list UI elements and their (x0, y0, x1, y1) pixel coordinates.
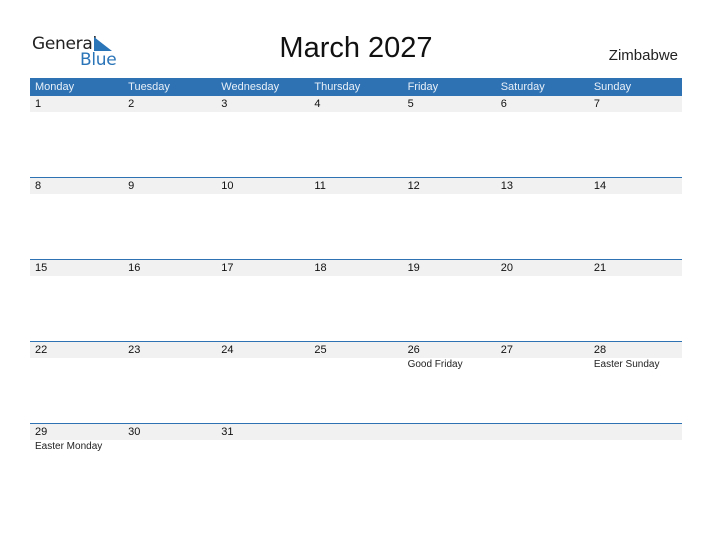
week-row: 15 16 17 18 19 20 21 (30, 259, 682, 341)
country-label: Zimbabwe (608, 47, 678, 64)
day-number: 6 (500, 98, 507, 110)
calendar-grid: Monday Tuesday Wednesday Thursday Friday… (30, 78, 682, 505)
day-number: 2 (128, 98, 135, 110)
day-number (594, 424, 682, 440)
day-number: 20 (500, 262, 513, 274)
day-number: 16 (128, 262, 141, 274)
day-number: 9 (128, 180, 135, 192)
day-cell (309, 424, 402, 504)
weekday-label: Sunday (593, 81, 632, 93)
day-number: 18 (314, 262, 327, 274)
day-cell: 1 (30, 96, 123, 176)
day-cell: 20 (496, 260, 589, 340)
week-row: 29 Easter Monday 30 31 (30, 423, 682, 505)
week-cells: 29 Easter Monday 30 31 (30, 424, 682, 504)
day-number: 8 (35, 180, 42, 192)
day-number: 26 (407, 344, 420, 356)
day-number: 28 (593, 344, 607, 356)
day-number: 5 (407, 98, 414, 110)
weekday-label: Friday (407, 81, 439, 93)
day-cell: 26 Good Friday (403, 342, 496, 422)
day-cell: 29 Easter Monday (30, 424, 123, 504)
day-cell: 7 (589, 96, 682, 176)
week-cells: 15 16 17 18 19 20 21 (30, 260, 682, 340)
day-number: 10 (221, 180, 234, 192)
day-number: 1 (35, 98, 42, 110)
week-cells: 1 2 3 4 5 6 7 (30, 96, 682, 176)
day-number: 19 (407, 262, 420, 274)
day-number: 11 (314, 180, 326, 192)
day-number: 30 (128, 426, 141, 438)
day-cell: 27 (496, 342, 589, 422)
day-number (501, 424, 589, 440)
day-number: 25 (314, 344, 327, 356)
day-number: 12 (407, 180, 420, 192)
day-cell: 21 (589, 260, 682, 340)
day-cell: 12 (403, 178, 496, 258)
week-cells: 22 23 24 25 26 Good Friday 27 28 Easter Sunday (30, 342, 682, 422)
day-cell: 16 (123, 260, 216, 340)
day-number: 14 (593, 180, 607, 192)
day-cell: 23 (123, 342, 216, 422)
day-number (314, 424, 402, 440)
day-cell: 14 (589, 178, 682, 258)
day-cell: 22 (30, 342, 123, 422)
weekday-label: Monday (35, 81, 75, 93)
day-cell: 9 (123, 178, 216, 258)
day-number: 31 (221, 426, 234, 438)
weekday-label: Wednesday (221, 81, 280, 93)
week-row: 8 9 10 11 12 13 14 (30, 177, 682, 259)
day-number: 22 (35, 344, 48, 356)
day-cell: 24 (216, 342, 309, 422)
day-cell: 3 (216, 96, 309, 176)
day-cell: 13 (496, 178, 589, 258)
day-cell: 4 (309, 96, 402, 176)
holiday-label: Good Friday (407, 359, 463, 370)
weekday-header: Monday Tuesday Wednesday Thursday Friday… (30, 78, 682, 96)
day-cell: 28 Easter Sunday (589, 342, 682, 422)
week-cells: 8 9 10 11 12 13 14 (30, 178, 682, 258)
weekday-label: Thursday (314, 81, 361, 93)
day-cell: 2 (123, 96, 216, 176)
day-cell (496, 424, 589, 504)
week-row: 1 2 3 4 5 6 7 (30, 96, 682, 177)
day-cell: 19 (403, 260, 496, 340)
page-title: March 2027 (279, 32, 433, 64)
day-cell: 8 (30, 178, 123, 258)
day-number: 13 (500, 180, 513, 192)
week-row: 22 23 24 25 26 Good Friday 27 28 Easter Sunday (30, 341, 682, 423)
weekday-label: Saturday (500, 81, 545, 93)
day-number: 17 (221, 262, 234, 274)
weeks-container: 1 2 3 4 5 6 7 8 9 10 11 12 13 14 15 16 17 18 19 20 21 22 23 24 2… (30, 96, 682, 505)
day-cell: 30 (123, 424, 216, 504)
day-cell: 6 (496, 96, 589, 176)
day-cell: 31 (216, 424, 309, 504)
day-cell (403, 424, 496, 504)
day-cell: 5 (403, 96, 496, 176)
day-number (408, 424, 496, 440)
day-cell: 18 (309, 260, 402, 340)
day-cell (589, 424, 682, 504)
day-number: 15 (35, 262, 48, 274)
holiday-label: Easter Sunday (593, 359, 660, 370)
day-cell: 11 (309, 178, 402, 258)
day-number: 24 (221, 344, 234, 356)
day-number: 7 (593, 98, 600, 110)
day-number: 4 (314, 98, 321, 110)
day-number: 3 (221, 98, 228, 110)
day-cell: 17 (216, 260, 309, 340)
day-cell: 10 (216, 178, 309, 258)
holiday-label: Easter Monday (35, 441, 103, 452)
day-cell: 15 (30, 260, 123, 340)
day-number: 21 (593, 262, 607, 274)
day-cell: 25 (309, 342, 402, 422)
day-number: 29 (35, 426, 48, 438)
weekday-label: Tuesday (128, 81, 170, 93)
day-number: 23 (128, 344, 141, 356)
day-number: 27 (500, 344, 513, 356)
